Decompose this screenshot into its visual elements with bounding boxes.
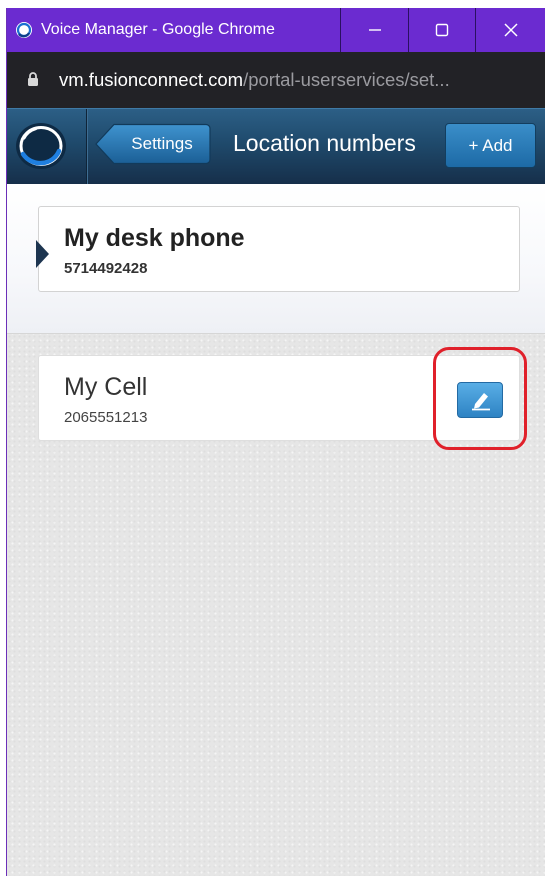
add-button[interactable]: + Add	[445, 123, 536, 168]
lock-icon[interactable]	[27, 72, 39, 87]
url-path: /portal-userservices/set...	[243, 69, 450, 90]
minimize-icon	[368, 29, 381, 31]
page-title: Location numbers	[233, 130, 416, 156]
browser-window: Voice Manager - Google Chrome vm.fusionc…	[6, 8, 545, 876]
app-logo-icon	[16, 22, 32, 38]
minimize-button[interactable]	[340, 8, 408, 52]
fusion-logo-icon[interactable]	[14, 121, 68, 171]
address-bar[interactable]: vm.fusionconnect.com/portal-userservices…	[7, 52, 545, 108]
location-name: My Cell	[64, 373, 148, 401]
url-text[interactable]: vm.fusionconnect.com/portal-userservices…	[59, 68, 450, 92]
app-header: Settings Location numbers + Add	[7, 108, 545, 185]
window-title: Voice Manager - Google Chrome	[41, 21, 275, 38]
location-number: 5714492428	[64, 260, 148, 277]
selected-indicator-icon	[36, 240, 49, 268]
settings-back-label: Settings	[131, 134, 193, 153]
url-host: vm.fusionconnect.com	[59, 69, 244, 90]
title-bar[interactable]: Voice Manager - Google Chrome	[7, 8, 545, 52]
close-icon	[504, 23, 518, 37]
close-button[interactable]	[476, 8, 545, 52]
settings-back-button[interactable]: Settings	[94, 123, 211, 165]
maximize-icon	[435, 23, 449, 37]
maximize-button[interactable]	[408, 8, 476, 52]
location-card-selected[interactable]: My desk phone 5714492428	[38, 206, 520, 292]
location-name: My desk phone	[64, 224, 245, 252]
header-divider	[86, 109, 88, 185]
location-number: 2065551213	[64, 409, 148, 426]
highlight-ring	[433, 347, 527, 450]
